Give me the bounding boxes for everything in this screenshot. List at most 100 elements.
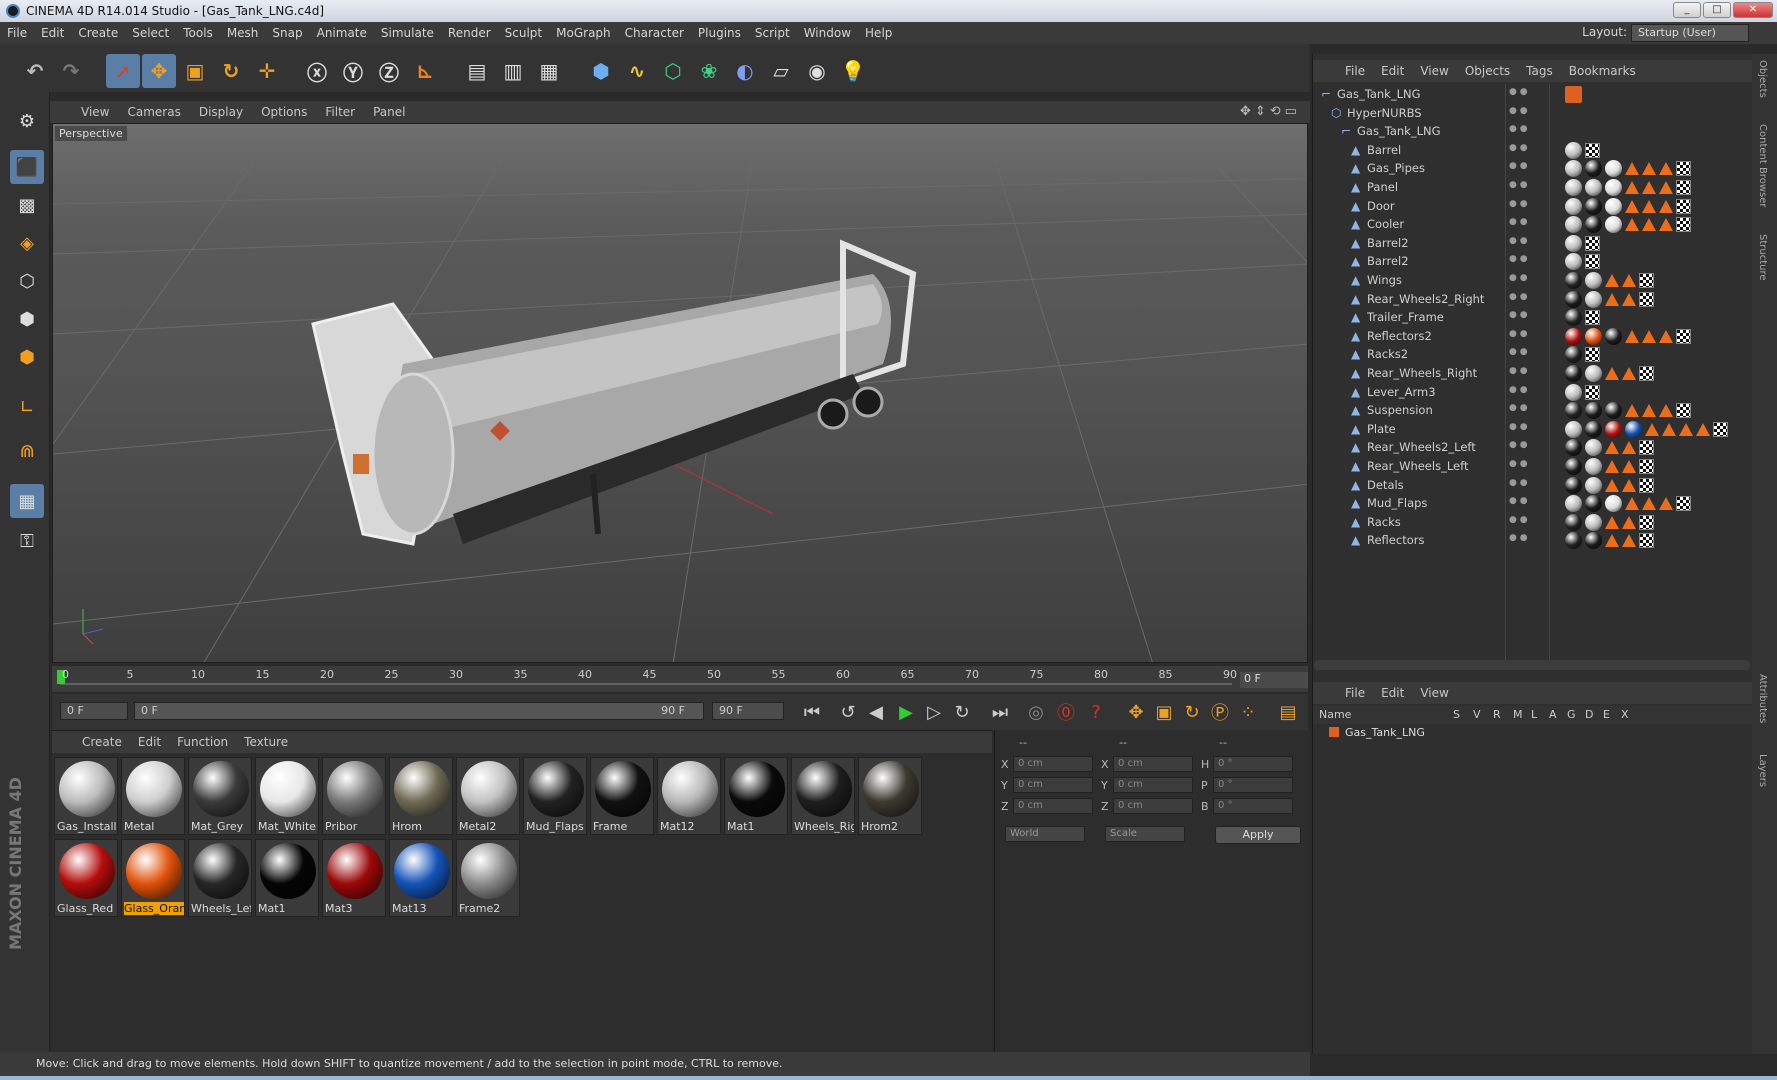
uvw-tag-icon[interactable] — [1659, 497, 1673, 511]
uvw-tag-icon[interactable] — [1622, 274, 1636, 287]
material-swatch[interactable]: Hrom — [389, 757, 453, 835]
material-tag-icon[interactable] — [1605, 197, 1622, 215]
uvw-tag-icon[interactable] — [1659, 181, 1673, 194]
material-tag-icon[interactable] — [1565, 216, 1582, 234]
viewport-menu-options[interactable]: Options — [252, 105, 316, 119]
uvw-tag-icon[interactable] — [1642, 329, 1656, 343]
uvw-tag-icon[interactable] — [1605, 274, 1619, 287]
material-tag-icon[interactable] — [1565, 327, 1582, 345]
environment-icon[interactable]: ▱ — [764, 54, 798, 88]
autokey-icon[interactable]: ⓪ — [1052, 698, 1080, 726]
material-tag-icon[interactable] — [1585, 327, 1602, 345]
scale-icon[interactable]: ▣ — [178, 54, 212, 88]
visibility-dots-icon[interactable]: ● ● — [1509, 459, 1528, 469]
coord-scale-select[interactable]: Scale — [1105, 826, 1185, 842]
start-frame-field[interactable]: 0 F — [60, 702, 128, 720]
side-tab-layers[interactable]: Layers — [1757, 754, 1768, 787]
obj-menu-view[interactable]: View — [1412, 64, 1456, 78]
uvw-tag-icon[interactable] — [1659, 162, 1673, 176]
menu-mograph[interactable]: MoGraph — [549, 26, 618, 40]
obj-menu-tags[interactable]: Tags — [1518, 64, 1561, 78]
coord-value-field[interactable]: 0 cm — [1013, 798, 1093, 814]
uvw-tag-icon[interactable] — [1605, 478, 1619, 492]
material-tag-icon[interactable] — [1585, 365, 1602, 382]
key-rotation-icon[interactable]: ↻ — [1178, 698, 1206, 726]
uvw-tag-icon[interactable] — [1642, 218, 1656, 232]
visibility-dots-icon[interactable]: ● ● — [1509, 496, 1528, 506]
coord-value-field[interactable]: 0 ° — [1213, 798, 1293, 814]
previous-key-icon[interactable]: ↺ — [834, 698, 862, 726]
material-tag-icon[interactable] — [1605, 179, 1622, 196]
record-keys-icon[interactable]: ◎ — [1022, 698, 1050, 726]
visibility-dots-icon[interactable]: ● ● — [1509, 217, 1528, 227]
uvw-tag-icon[interactable] — [1659, 218, 1673, 232]
menu-script[interactable]: Script — [748, 26, 797, 40]
undo-icon[interactable]: ↶ — [18, 54, 52, 88]
layer-row[interactable]: Gas_Tank_LNG — [1313, 724, 1753, 744]
layer-column-header[interactable]: G — [1567, 708, 1576, 721]
object-row[interactable]: ▲ Reflectors ● ● — [1313, 530, 1753, 551]
viewport-menu-filter[interactable]: Filter — [316, 105, 364, 119]
layer-column-header[interactable]: M — [1513, 708, 1523, 721]
layer-column-header[interactable]: L — [1531, 708, 1537, 721]
material-tag-icon[interactable] — [1585, 179, 1602, 196]
material-swatch[interactable]: Frame2 — [456, 839, 520, 917]
coord-mode-select[interactable]: World — [1005, 826, 1085, 842]
uvw-tag-icon[interactable] — [1679, 422, 1693, 436]
go-to-start-icon[interactable]: ⏮ — [798, 698, 826, 726]
rotate-icon[interactable]: ↻ — [214, 54, 248, 88]
uvw-tag-icon[interactable] — [1625, 404, 1639, 418]
material-swatch[interactable]: Glass_Red — [54, 839, 118, 917]
layer-column-header[interactable]: R — [1493, 708, 1501, 721]
uvw-tag-icon[interactable] — [1605, 441, 1619, 455]
material-tag-icon[interactable] — [1565, 495, 1582, 513]
viewport-menu-display[interactable]: Display — [190, 105, 252, 119]
coord-value-field[interactable]: 0 ° — [1213, 756, 1293, 772]
edges-mode-icon[interactable]: ⬢ — [10, 302, 44, 336]
texture-tag-icon[interactable] — [1585, 310, 1600, 326]
layer-menu-view[interactable]: View — [1412, 686, 1456, 700]
uvw-tag-icon[interactable] — [1645, 422, 1659, 436]
material-tag-icon[interactable] — [1565, 420, 1582, 438]
material-tag-icon[interactable] — [1585, 495, 1602, 513]
lock-workplane-icon[interactable]: ⚿ — [10, 524, 44, 558]
deformer-icon[interactable]: ◐ — [728, 54, 762, 88]
menu-plugins[interactable]: Plugins — [691, 26, 748, 40]
material-swatch[interactable]: Mat1 — [255, 839, 319, 917]
points-mode-icon[interactable]: ⬡ — [10, 264, 44, 298]
visibility-dots-icon[interactable]: ● ● — [1509, 87, 1528, 97]
obj-menu-bookmarks[interactable]: Bookmarks — [1561, 64, 1644, 78]
coord-value-field[interactable]: 0 cm — [1113, 756, 1193, 772]
visibility-dots-icon[interactable]: ● ● — [1509, 440, 1528, 450]
texture-tag-icon[interactable] — [1676, 217, 1691, 233]
live-select-icon[interactable]: ➚ — [106, 54, 140, 88]
menu-window[interactable]: Window — [797, 26, 858, 40]
light-icon[interactable]: 💡 — [836, 54, 870, 88]
material-swatch[interactable]: Mat12 — [657, 757, 721, 835]
go-to-end-icon[interactable]: ⏭ — [986, 698, 1014, 726]
apply-button[interactable]: Apply — [1215, 826, 1301, 844]
uvw-tag-icon[interactable] — [1642, 162, 1656, 176]
mat-menu-texture[interactable]: Texture — [236, 735, 296, 749]
coord-value-field[interactable]: 0 cm — [1013, 777, 1093, 793]
visibility-dots-icon[interactable]: ● ● — [1509, 515, 1528, 525]
material-swatch[interactable]: Gas_Install — [54, 757, 118, 835]
menu-edit[interactable]: Edit — [34, 26, 71, 40]
texture-tag-icon[interactable] — [1639, 366, 1654, 381]
material-swatch[interactable]: Hrom2 — [858, 757, 922, 835]
material-tag-icon[interactable] — [1625, 420, 1642, 438]
visibility-dots-icon[interactable]: ● ● — [1509, 403, 1528, 413]
material-tag-icon[interactable] — [1585, 476, 1602, 494]
coord-value-field[interactable]: 0 ° — [1213, 777, 1293, 793]
texture-tag-icon[interactable] — [1585, 347, 1600, 363]
material-tag-icon[interactable] — [1565, 160, 1582, 178]
spline-icon[interactable]: ∿ — [620, 54, 654, 88]
side-tab-structure[interactable]: Structure — [1757, 234, 1768, 281]
material-tag-icon[interactable] — [1565, 197, 1582, 215]
visibility-dots-icon[interactable]: ● ● — [1509, 143, 1528, 153]
x-axis-icon[interactable]: ⓧ — [300, 54, 334, 88]
magnet-icon[interactable]: ⋒ — [10, 434, 44, 468]
texture-tag-icon[interactable] — [1639, 514, 1654, 530]
material-tag-icon[interactable] — [1605, 216, 1622, 234]
coord-value-field[interactable]: 0 cm — [1113, 798, 1193, 814]
